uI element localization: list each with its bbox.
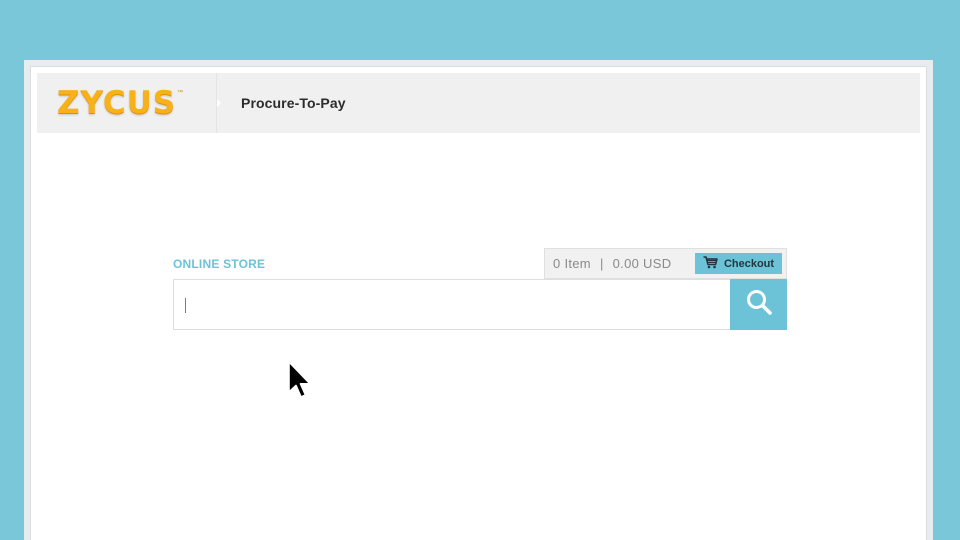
checkout-label: Checkout xyxy=(723,257,775,270)
search-bar xyxy=(173,279,787,330)
checkout-button[interactable]: Checkout xyxy=(695,253,782,274)
zycus-logo[interactable]: ZYCUS ™ xyxy=(37,73,221,133)
logo-trademark: ™ xyxy=(177,90,184,96)
mouse-pointer-icon xyxy=(287,361,315,401)
search-icon xyxy=(745,288,773,321)
cart-summary-bar: 0 Item | 0.00 USD Checkout xyxy=(544,248,787,279)
logo-text: ZYCUS xyxy=(57,84,177,121)
cart-separator: | xyxy=(599,256,604,271)
text-caret xyxy=(185,298,186,313)
app-title: Procure-To-Pay xyxy=(241,95,346,111)
header-divider-notch xyxy=(217,99,221,107)
cart-total: 0.00 USD xyxy=(612,256,672,271)
online-store-label: ONLINE STORE xyxy=(173,257,266,271)
cart-icon xyxy=(703,255,718,272)
cart-item-count: 0 Item xyxy=(553,256,591,271)
search-input[interactable] xyxy=(174,280,730,329)
cart-summary: 0 Item | 0.00 USD xyxy=(545,256,671,271)
app-header: ZYCUS ™ Procure-To-Pay xyxy=(37,73,920,133)
search-button[interactable] xyxy=(730,279,787,330)
app-window: ZYCUS ™ Procure-To-Pay ONLINE STORE 0 It… xyxy=(30,66,927,540)
